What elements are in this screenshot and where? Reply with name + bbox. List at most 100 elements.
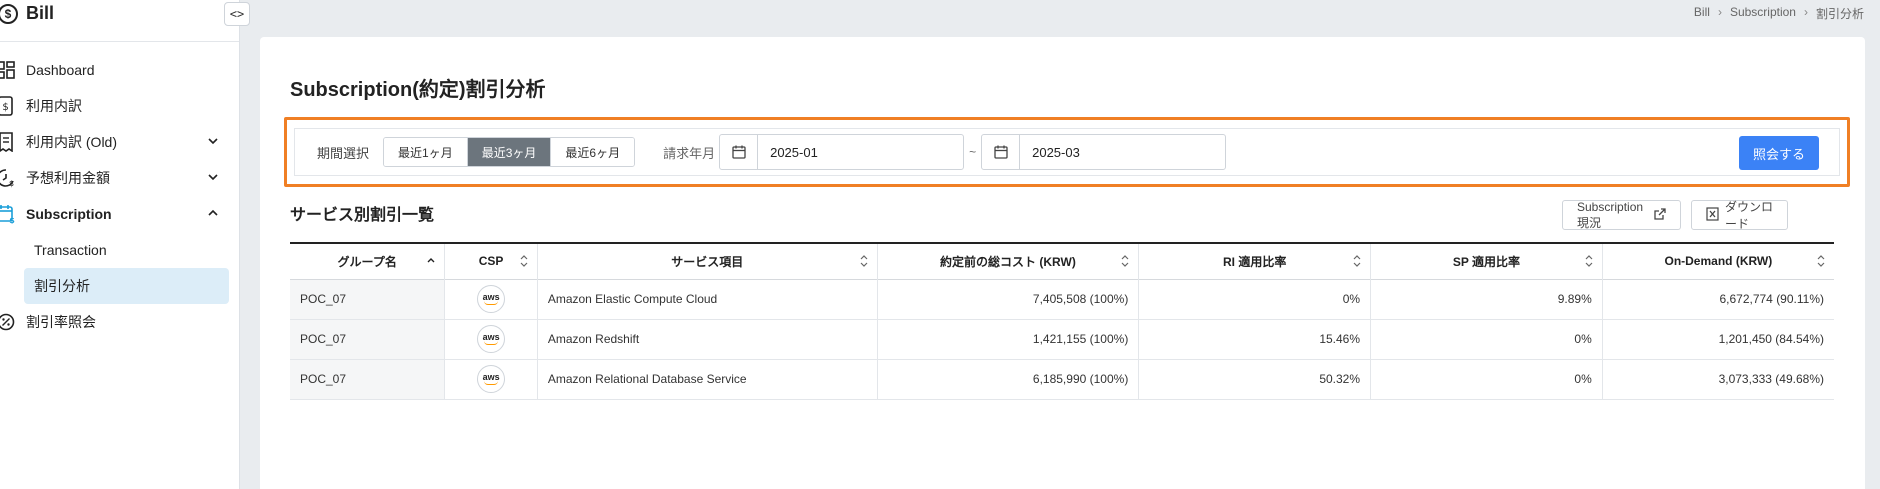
period-option-1m[interactable]: 最近1ヶ月: [384, 138, 468, 166]
sidebar-item-discount-rate[interactable]: 割引率照会: [0, 304, 239, 340]
sort-icon: [1120, 255, 1130, 270]
sidebar-item-label: Dashboard: [26, 62, 95, 78]
cell-total-cost: 7,405,508 (100%): [877, 279, 1140, 319]
end-month-field[interactable]: 2025-03: [981, 134, 1227, 170]
sort-icon: [859, 255, 869, 270]
grid-icon: [0, 60, 16, 80]
sidebar-item-label: 利用内訳 (Old): [26, 134, 117, 150]
chevron-down-icon: [207, 170, 219, 186]
download-label: ダウンロード: [1725, 200, 1774, 231]
cell-total-cost: 6,185,990 (100%): [877, 359, 1140, 399]
header-label: グループ名: [337, 254, 397, 269]
sidebar-item-usage[interactable]: $ 利用内訳: [0, 88, 239, 124]
cell-csp: aws: [444, 319, 538, 359]
cell-csp: aws: [444, 359, 538, 399]
header-label: 約定前の総コスト (KRW): [940, 254, 1076, 269]
cell-group: POC_07: [290, 359, 446, 399]
sidebar-item-dashboard[interactable]: Dashboard: [0, 52, 239, 88]
period-select-label: 期間選択: [317, 145, 370, 161]
subscription-status-button[interactable]: Subscription 現況: [1562, 200, 1681, 230]
col-header-group[interactable]: グループ名: [290, 243, 446, 279]
col-header-sp-ratio[interactable]: SP 適用比率: [1370, 243, 1603, 279]
cell-csp: aws: [444, 279, 538, 319]
header-label: On-Demand (KRW): [1664, 254, 1773, 269]
clock-dollar-icon: $: [0, 168, 16, 188]
download-button[interactable]: ダウンロード: [1691, 200, 1788, 231]
main-card: Subscription(約定)割引分析 期間選択 最近1ヶ月 最近3ヶ月 最近…: [260, 37, 1865, 489]
cell-service: Amazon Redshift: [537, 319, 878, 359]
cell-group: POC_07: [290, 319, 446, 359]
dollar-coin-icon: $: [0, 3, 18, 24]
sidebar-item-subscription[interactable]: $ Subscription: [0, 196, 239, 232]
table-row: POC_07 aws Amazon Elastic Compute Cloud …: [290, 279, 1834, 319]
filter-bar: 期間選択 最近1ヶ月 最近3ヶ月 最近6ヶ月 請求年月 2025-01 ~ 20…: [294, 128, 1840, 176]
header-label: RI 適用比率: [1223, 254, 1287, 269]
calendar-icon: [982, 135, 1021, 169]
breadcrumb-item: 割引分析: [1815, 7, 1864, 21]
start-month-value: 2025-01: [770, 144, 818, 160]
cell-service: Amazon Elastic Compute Cloud: [537, 279, 878, 319]
brand: $ Bill: [0, 0, 239, 42]
sidebar-nav: Dashboard $ 利用内訳 利用内訳 (Old) $ 予想利用金額 $ S…: [0, 42, 239, 340]
cell-on-demand: 3,073,333 (49.68%): [1718, 372, 1824, 386]
sort-up-icon: [426, 255, 436, 270]
table-header-row: グループ名 CSP サービス項目 約定前の総コスト (KRW) RI 適用比率 …: [290, 243, 1834, 279]
breadcrumb-item[interactable]: Bill: [1694, 5, 1710, 22]
aws-logo-icon: aws: [477, 365, 506, 393]
calendar-dollar-icon: $: [0, 204, 16, 224]
receipt-icon: [0, 132, 16, 152]
breadcrumb: Bill › Subscription › 割引分析: [1694, 5, 1864, 22]
header-label: SP 適用比率: [1452, 254, 1520, 269]
period-option-3m[interactable]: 最近3ヶ月: [467, 138, 552, 166]
sort-icon: [519, 255, 529, 270]
aws-logo-icon: aws: [477, 285, 506, 313]
table-row: POC_07 aws Amazon Redshift 1,421,155 (10…: [290, 319, 1834, 359]
sidebar-item-forecast[interactable]: $ 予想利用金額: [0, 160, 239, 196]
col-header-csp[interactable]: CSP: [444, 243, 538, 279]
breadcrumb-item[interactable]: Subscription: [1730, 5, 1796, 22]
code-brackets-icon: <>: [229, 7, 245, 21]
sidebar-item-label: Transaction: [34, 242, 107, 258]
start-month-field[interactable]: 2025-01: [719, 134, 965, 170]
percent-icon: [0, 312, 16, 332]
sidebar-item-label: 割引率照会: [26, 314, 96, 330]
sort-icon: [1816, 255, 1826, 270]
external-link-icon: [1654, 207, 1666, 223]
sidebar-item-label: Subscription: [26, 206, 112, 222]
query-button[interactable]: 照会する: [1739, 136, 1819, 170]
cell-ri-ratio: 50.32%: [1138, 359, 1372, 399]
sidebar: $ Bill Dashboard $ 利用内訳 利用内訳 (Old) $ 予想利…: [0, 0, 240, 489]
col-header-service[interactable]: サービス項目: [537, 243, 878, 279]
svg-text:$: $: [9, 216, 15, 224]
period-option-6m[interactable]: 最近6ヶ月: [551, 138, 635, 166]
cell-on-demand: 1,201,450 (84.54%): [1718, 332, 1824, 346]
invoice-dollar-icon: $: [0, 96, 16, 116]
col-header-ri-ratio[interactable]: RI 適用比率: [1138, 243, 1372, 279]
header-label: サービス項目: [671, 254, 744, 269]
sort-icon: [1352, 255, 1362, 270]
end-month-value: 2025-03: [1032, 144, 1080, 160]
section-title: サービス別割引一覧: [290, 207, 435, 224]
range-separator: ~: [969, 145, 977, 159]
cell-ri-ratio: 0%: [1138, 279, 1372, 319]
cell-group: POC_07: [290, 279, 446, 319]
header-label: CSP: [478, 254, 504, 269]
table-row: POC_07 aws Amazon Relational Database Se…: [290, 359, 1834, 399]
col-header-total-cost[interactable]: 約定前の総コスト (KRW): [877, 243, 1140, 279]
subscription-status-label: Subscription 現況: [1577, 199, 1644, 230]
sidebar-item-transaction[interactable]: Transaction: [0, 232, 239, 268]
period-segmented-control: 最近1ヶ月 最近3ヶ月 最近6ヶ月: [383, 137, 636, 167]
cell-sp-ratio: 0%: [1370, 359, 1603, 399]
chevron-down-icon: [207, 134, 219, 150]
sidebar-toggle-button[interactable]: <>: [224, 2, 250, 26]
billing-month-label: 請求年月: [663, 145, 716, 161]
sidebar-item-label: 利用内訳: [26, 98, 82, 114]
sidebar-item-discount-analysis[interactable]: 割引分析: [24, 268, 229, 304]
cell-ri-ratio: 15.46%: [1138, 319, 1372, 359]
page-title: Subscription(約定)割引分析: [290, 79, 546, 101]
svg-text:$: $: [9, 179, 14, 188]
sidebar-item-usage-old[interactable]: 利用内訳 (Old): [0, 124, 239, 160]
col-header-on-demand[interactable]: On-Demand (KRW): [1602, 243, 1834, 279]
cell-on-demand: 6,672,774 (90.11%): [1719, 292, 1824, 306]
sidebar-item-label: 割引分析: [34, 278, 90, 294]
